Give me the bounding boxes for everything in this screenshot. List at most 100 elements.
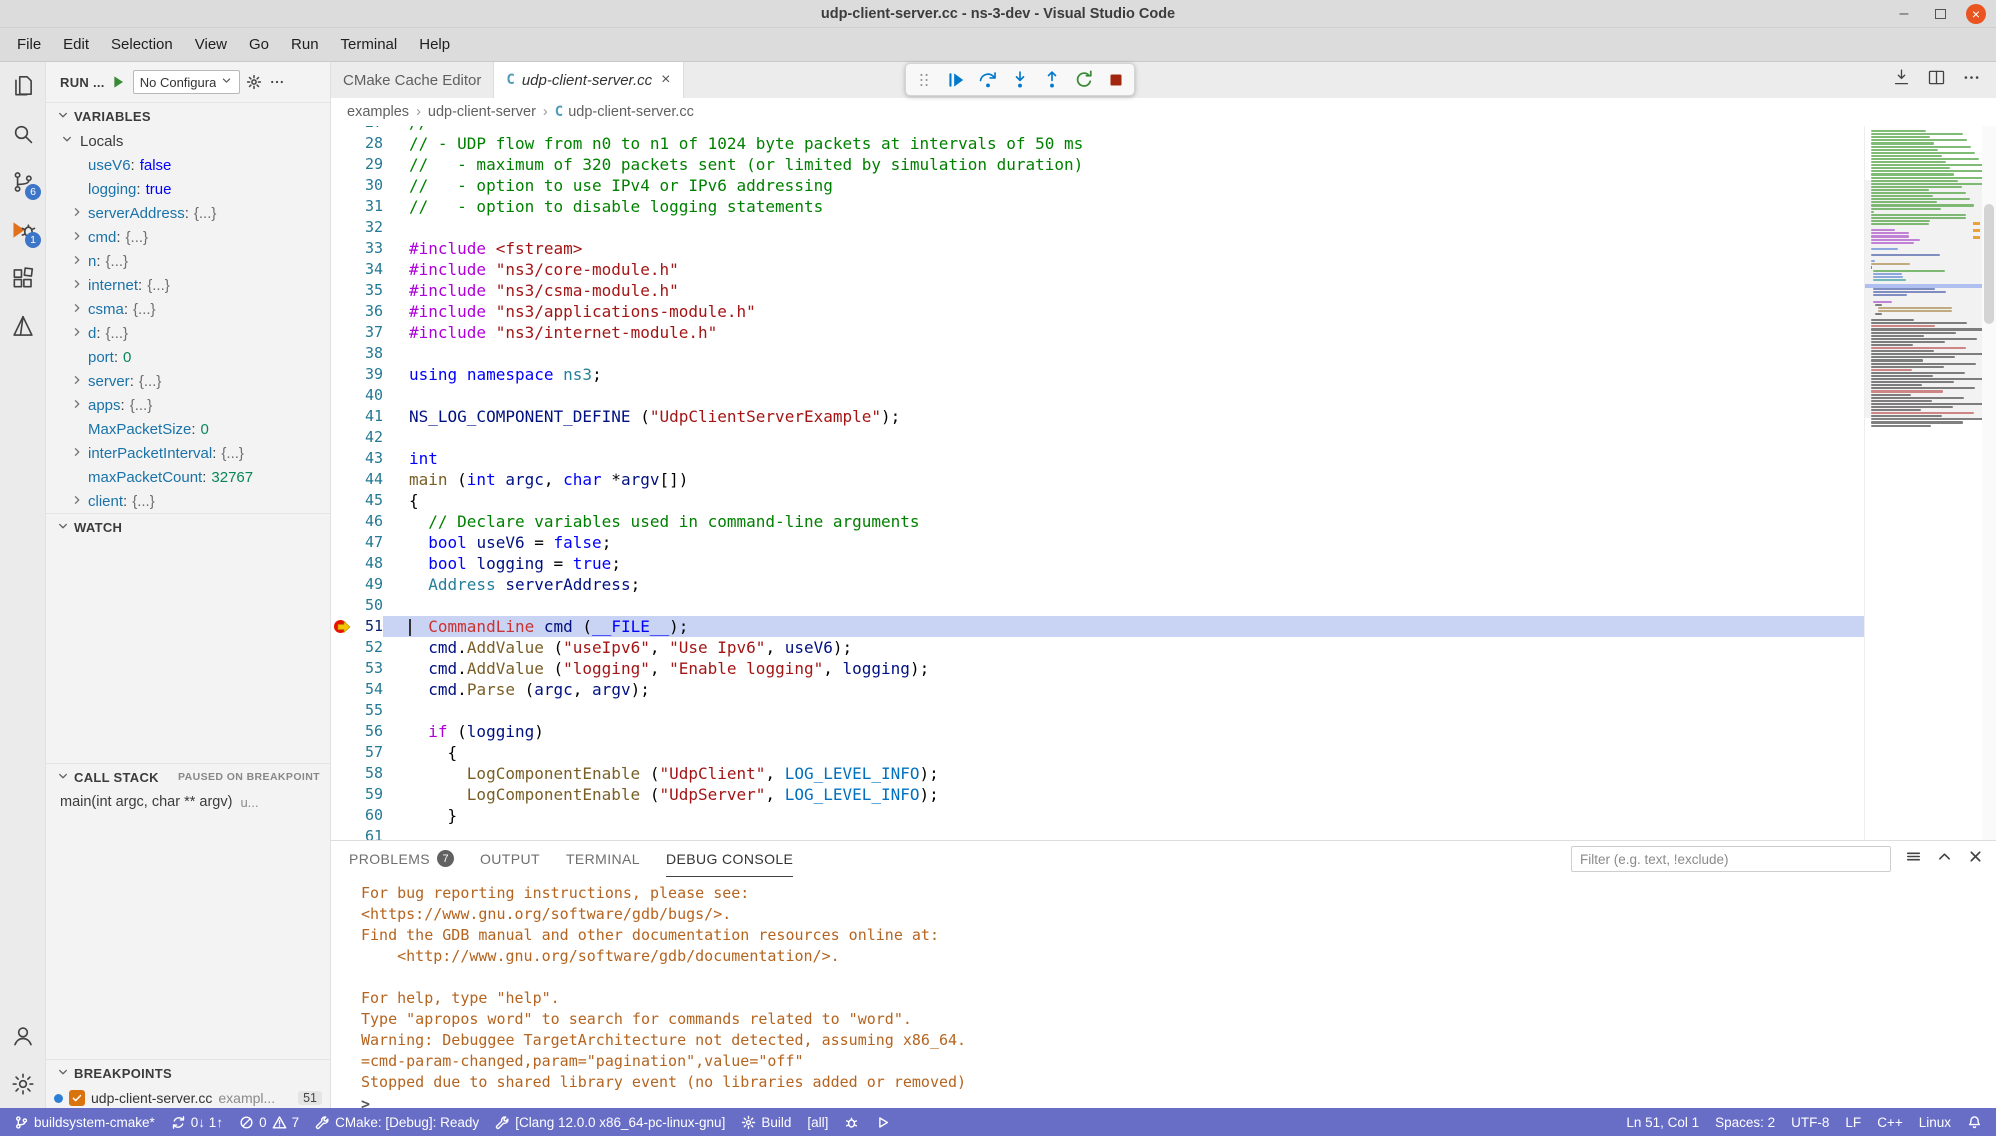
editor-scrollbar[interactable] xyxy=(1982,126,1996,840)
gutter[interactable] xyxy=(331,175,353,196)
code-line-56[interactable]: 56 if (logging) xyxy=(331,721,1864,742)
status-cmake-build[interactable]: Build xyxy=(733,1108,799,1136)
code-line-42[interactable]: 42 xyxy=(331,427,1864,448)
status-remote-os[interactable]: Linux xyxy=(1911,1108,1959,1136)
code-line-34[interactable]: 34#include "ns3/core-module.h" xyxy=(331,259,1864,280)
code-editor[interactable]: 27//28// - UDP flow from n0 to n1 of 102… xyxy=(331,126,1996,840)
debug-console[interactable]: For bug reporting instructions, please s… xyxy=(331,877,1996,1108)
variable-usev6[interactable]: useV6:false xyxy=(46,153,330,177)
code-line-44[interactable]: 44main (int argc, char *argv[]) xyxy=(331,469,1864,490)
breadcrumb-item-examples[interactable]: examples xyxy=(347,104,409,120)
more-actions-icon[interactable] xyxy=(1961,67,1982,93)
code-line-43[interactable]: 43int xyxy=(331,448,1864,469)
status-problems[interactable]: 07 xyxy=(231,1108,307,1136)
panel-tab-terminal[interactable]: TERMINAL xyxy=(566,841,640,877)
gutter[interactable] xyxy=(331,154,353,175)
variable-maxpacketcount[interactable]: maxPacketCount:32767 xyxy=(46,465,330,489)
panel-tab-output[interactable]: OUTPUT xyxy=(480,841,540,877)
maximize-button[interactable] xyxy=(1930,4,1950,24)
status-sync-status[interactable]: 0↓ 1↑ xyxy=(163,1108,231,1136)
activity-item-source-control[interactable]: 6 xyxy=(0,158,45,206)
status-run-launch[interactable] xyxy=(867,1108,898,1136)
gutter[interactable] xyxy=(331,721,353,742)
stack-frame[interactable]: main(int argc, char ** argv) u... xyxy=(46,790,330,814)
gutter[interactable] xyxy=(331,322,353,343)
variable-maxpacketsize[interactable]: MaxPacketSize:0 xyxy=(46,417,330,441)
gutter[interactable] xyxy=(331,238,353,259)
variable-n[interactable]: n:{...} xyxy=(46,249,330,273)
gutter[interactable] xyxy=(331,364,353,385)
variable-apps[interactable]: apps:{...} xyxy=(46,393,330,417)
gutter[interactable] xyxy=(331,826,353,840)
code-line-60[interactable]: 60 } xyxy=(331,805,1864,826)
breakpoint-checkbox[interactable] xyxy=(69,1090,85,1106)
code-line-61[interactable]: 61 xyxy=(331,826,1864,840)
status-encoding[interactable]: UTF-8 xyxy=(1783,1108,1837,1136)
panel-tab-problems[interactable]: PROBLEMS7 xyxy=(349,841,454,877)
close-panel-icon[interactable] xyxy=(1967,848,1984,870)
scope-locals[interactable]: Locals xyxy=(46,129,330,153)
maximize-panel-icon[interactable] xyxy=(1936,848,1953,870)
gutter[interactable] xyxy=(331,595,353,616)
debug-config-dropdown[interactable]: No Configura xyxy=(133,70,241,94)
stop-button[interactable] xyxy=(1104,68,1128,92)
status-git-branch[interactable]: buildsystem-cmake* xyxy=(6,1108,163,1136)
gutter[interactable] xyxy=(331,700,353,721)
call-stack-header[interactable]: CALL STACK PAUSED ON BREAKPOINT xyxy=(46,764,330,790)
gutter[interactable] xyxy=(331,469,353,490)
menu-item-run[interactable]: Run xyxy=(280,32,330,57)
stepinto-button[interactable] xyxy=(1008,68,1032,92)
gutter[interactable] xyxy=(331,679,353,700)
variable-internet[interactable]: internet:{...} xyxy=(46,273,330,297)
code-line-38[interactable]: 38 xyxy=(331,343,1864,364)
gutter[interactable] xyxy=(331,301,353,322)
activity-item-explorer[interactable] xyxy=(0,62,45,110)
gutter[interactable] xyxy=(331,217,353,238)
gutter[interactable] xyxy=(331,427,353,448)
variable-serveraddress[interactable]: serverAddress:{...} xyxy=(46,201,330,225)
breakpoint-item[interactable]: udp-client-server.cc exampl... 51 xyxy=(46,1086,330,1108)
menu-item-file[interactable]: File xyxy=(6,32,52,57)
code-line-48[interactable]: 48 bool logging = true; xyxy=(331,553,1864,574)
activity-item-extensions[interactable] xyxy=(0,254,45,302)
gutter[interactable] xyxy=(331,784,353,805)
minimize-button[interactable]: – xyxy=(1894,4,1914,24)
status-eol[interactable]: LF xyxy=(1837,1108,1869,1136)
download-icon[interactable] xyxy=(1891,67,1912,93)
code-line-36[interactable]: 36#include "ns3/applications-module.h" xyxy=(331,301,1864,322)
variable-server[interactable]: server:{...} xyxy=(46,369,330,393)
stepover-button[interactable] xyxy=(976,68,1000,92)
code-line-28[interactable]: 28// - UDP flow from n0 to n1 of 1024 by… xyxy=(331,133,1864,154)
gutter[interactable] xyxy=(331,742,353,763)
gutter[interactable] xyxy=(331,259,353,280)
variable-interpacketinterval[interactable]: interPacketInterval:{...} xyxy=(46,441,330,465)
scrollbar-thumb[interactable] xyxy=(1984,204,1994,324)
code-line-41[interactable]: 41NS_LOG_COMPONENT_DEFINE ("UdpClientSer… xyxy=(331,406,1864,427)
code-line-40[interactable]: 40 xyxy=(331,385,1864,406)
status-indentation[interactable]: Spaces: 2 xyxy=(1707,1108,1783,1136)
more-actions-icon[interactable] xyxy=(268,73,286,91)
status-cursor-position[interactable]: Ln 51, Col 1 xyxy=(1618,1108,1707,1136)
restart-button[interactable] xyxy=(1072,68,1096,92)
gutter[interactable] xyxy=(331,343,353,364)
menu-item-edit[interactable]: Edit xyxy=(52,32,100,57)
code-line-55[interactable]: 55 xyxy=(331,700,1864,721)
start-debug-button[interactable] xyxy=(111,74,127,90)
breadcrumb-item-udp-client-server[interactable]: udp-client-server xyxy=(428,104,536,120)
activity-item-accounts[interactable] xyxy=(0,1012,45,1060)
status-cmake-status[interactable]: CMake: [Debug]: Ready xyxy=(307,1108,487,1136)
code-line-27[interactable]: 27// xyxy=(331,126,1864,133)
menu-item-help[interactable]: Help xyxy=(408,32,461,57)
code-line-58[interactable]: 58 LogComponentEnable ("UdpClient", LOG_… xyxy=(331,763,1864,784)
close-button[interactable]: × xyxy=(1966,4,1986,24)
code-line-39[interactable]: 39using namespace ns3; xyxy=(331,364,1864,385)
code-line-53[interactable]: 53 cmd.AddValue ("logging", "Enable logg… xyxy=(331,658,1864,679)
gutter[interactable] xyxy=(331,448,353,469)
code-line-50[interactable]: 50 xyxy=(331,595,1864,616)
code-line-31[interactable]: 31// - option to disable logging stateme… xyxy=(331,196,1864,217)
continue-button[interactable] xyxy=(944,68,968,92)
menu-item-go[interactable]: Go xyxy=(238,32,280,57)
breadcrumb-item-udp-client-server-cc[interactable]: Cudp-client-server.cc xyxy=(555,104,694,120)
activity-item-search[interactable] xyxy=(0,110,45,158)
code-line-35[interactable]: 35#include "ns3/csma-module.h" xyxy=(331,280,1864,301)
